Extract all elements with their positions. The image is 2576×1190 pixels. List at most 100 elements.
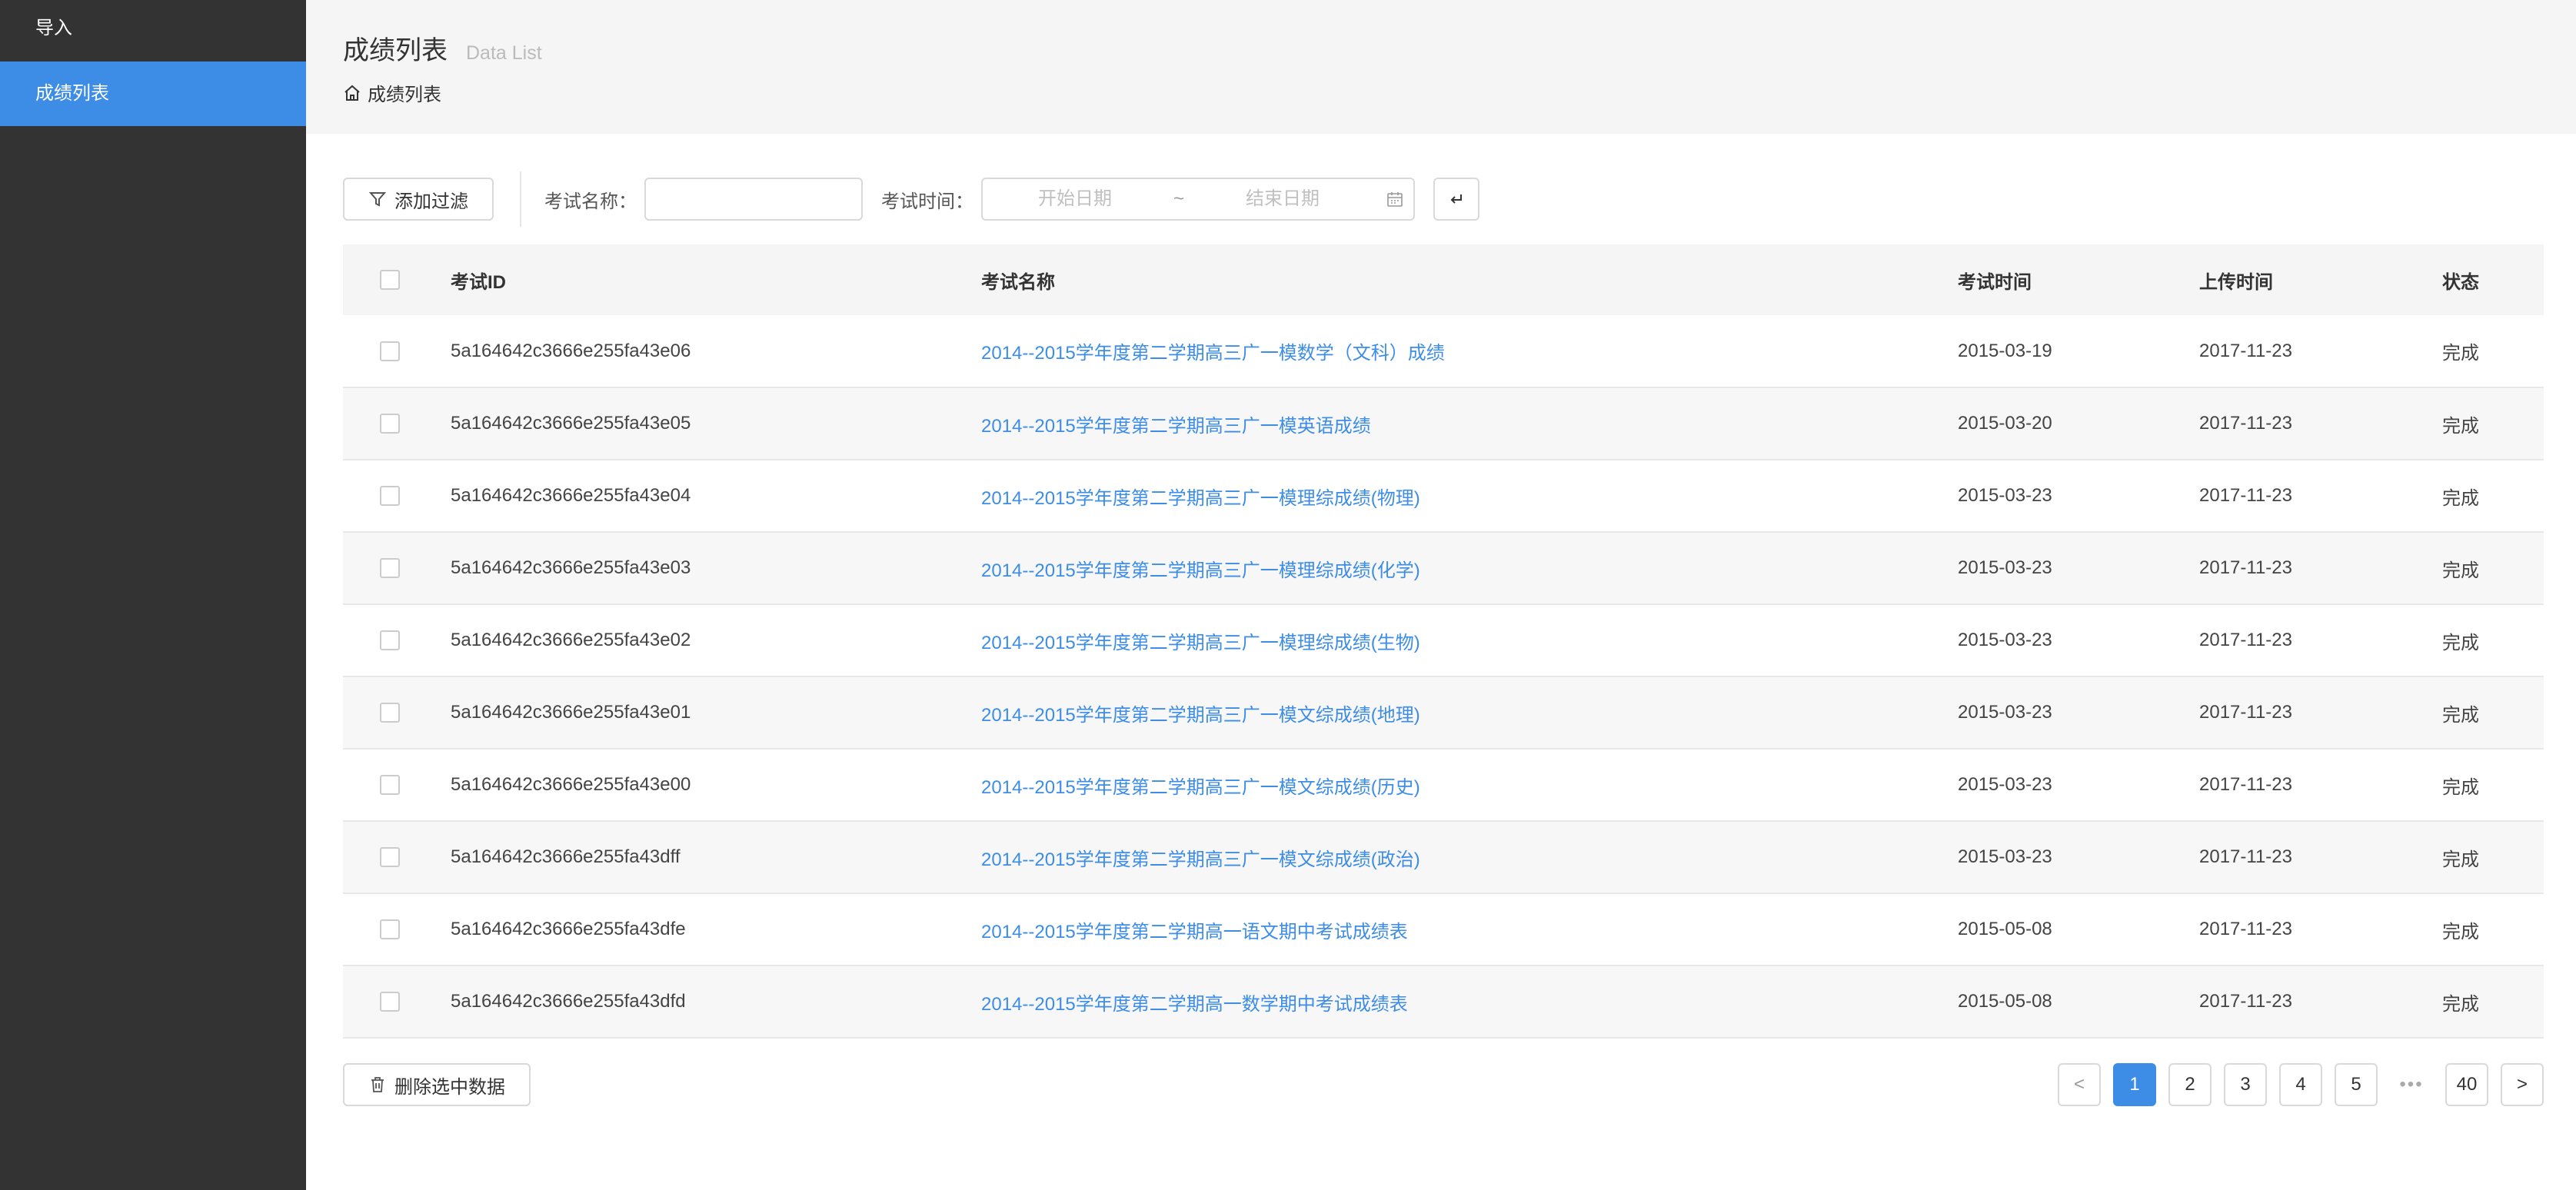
enter-icon [1447,190,1466,208]
upload-date-cell: 2017-11-23 [2199,749,2442,821]
breadcrumb: 成绩列表 [343,79,2539,106]
exam-id-cell: 5a164642c3666e255fa43dff [451,821,981,893]
exam-name-input[interactable] [644,178,863,221]
status-cell: 完成 [2442,532,2544,604]
table-row: 5a164642c3666e255fa43e02 2014--2015学年度第二… [343,604,2544,676]
add-filter-button[interactable]: 添加过滤 [343,178,494,221]
row-checkbox[interactable] [380,992,400,1012]
breadcrumb-current[interactable]: 成绩列表 [368,79,441,106]
row-checkbox[interactable] [380,414,400,434]
prev-page-button[interactable]: < [2058,1063,2101,1106]
page-button-1[interactable]: 1 [2113,1063,2156,1106]
filter-icon [368,190,387,208]
sidebar-item-import[interactable]: 导入 [0,0,306,61]
calendar-icon[interactable] [1386,190,1404,208]
sidebar-item-score-list[interactable]: 成绩列表 [0,61,306,126]
exam-date-cell: 2015-05-08 [1958,966,2199,1038]
row-checkbox[interactable] [380,703,400,723]
exam-date-cell: 2015-03-20 [1958,387,2199,460]
table-row: 5a164642c3666e255fa43e01 2014--2015学年度第二… [343,676,2544,749]
exam-date-cell: 2015-05-08 [1958,893,2199,966]
column-header-upload-time: 上传时间 [2199,244,2442,315]
table-row: 5a164642c3666e255fa43dff 2014--2015学年度第二… [343,821,2544,893]
exam-name-link[interactable]: 2014--2015学年度第二学期高三广一模理综成绩(生物) [981,604,1958,676]
exam-date-cell: 2015-03-23 [1958,821,2199,893]
row-checkbox[interactable] [380,341,400,361]
page-button-last[interactable]: 40 [2445,1063,2488,1106]
exam-date-cell: 2015-03-23 [1958,532,2199,604]
exam-date-cell: 2015-03-23 [1958,604,2199,676]
upload-date-cell: 2017-11-23 [2199,604,2442,676]
column-header-status: 状态 [2442,244,2544,315]
exam-id-cell: 5a164642c3666e255fa43e06 [451,315,981,387]
exam-name-link[interactable]: 2014--2015学年度第二学期高一数学期中考试成绩表 [981,966,1958,1038]
exam-id-cell: 5a164642c3666e255fa43e05 [451,387,981,460]
page-button-3[interactable]: 3 [2224,1063,2267,1106]
exam-name-label: 考试名称： [544,186,637,213]
status-cell: 完成 [2442,460,2544,532]
exam-date-range[interactable]: ~ [981,178,1415,221]
main-area: 成绩列表 Data List 成绩列表 添加过滤 考试名称： 考试时间： [306,0,2576,1190]
page-button-2[interactable]: 2 [2168,1063,2212,1106]
data-table: 考试ID 考试名称 考试时间 上传时间 状态 5a164642c3666e255… [343,244,2544,1039]
page-title: 成绩列表 [343,29,448,67]
pagination-ellipsis[interactable]: ••• [2390,1063,2433,1106]
column-header-exam-time: 考试时间 [1958,244,2199,315]
table-row: 5a164642c3666e255fa43e06 2014--2015学年度第二… [343,315,2544,387]
search-submit-button[interactable] [1433,178,1479,221]
filter-divider [520,171,521,227]
exam-name-link[interactable]: 2014--2015学年度第二学期高三广一模英语成绩 [981,387,1958,460]
table-row: 5a164642c3666e255fa43e04 2014--2015学年度第二… [343,460,2544,532]
exam-name-link[interactable]: 2014--2015学年度第二学期高三广一模文综成绩(政治) [981,821,1958,893]
filter-bar: 添加过滤 考试名称： 考试时间： ~ [343,177,2545,221]
exam-id-cell: 5a164642c3666e255fa43e03 [451,532,981,604]
add-filter-label: 添加过滤 [394,186,468,213]
upload-date-cell: 2017-11-23 [2199,532,2442,604]
exam-id-cell: 5a164642c3666e255fa43dfd [451,966,981,1038]
start-date-input[interactable] [983,188,1167,210]
table-header-row: 考试ID 考试名称 考试时间 上传时间 状态 [343,244,2544,315]
date-separator: ~ [1167,188,1190,210]
sidebar-item-label: 成绩列表 [35,83,109,104]
upload-date-cell: 2017-11-23 [2199,387,2442,460]
upload-date-cell: 2017-11-23 [2199,893,2442,966]
row-checkbox[interactable] [380,847,400,867]
exam-name-link[interactable]: 2014--2015学年度第二学期高一语文期中考试成绩表 [981,893,1958,966]
exam-id-cell: 5a164642c3666e255fa43e02 [451,604,981,676]
status-cell: 完成 [2442,387,2544,460]
pagination: < 1 2 3 4 5 ••• 40 > [2045,1063,2544,1106]
table-row: 5a164642c3666e255fa43dfe 2014--2015学年度第二… [343,893,2544,966]
exam-date-cell: 2015-03-23 [1958,749,2199,821]
row-checkbox[interactable] [380,775,400,795]
home-icon [343,84,361,102]
exam-name-link[interactable]: 2014--2015学年度第二学期高三广一模数学（文科）成绩 [981,315,1958,387]
sidebar-item-label: 导入 [35,18,72,38]
status-cell: 完成 [2442,604,2544,676]
table-row: 5a164642c3666e255fa43dfd 2014--2015学年度第二… [343,966,2544,1038]
exam-id-cell: 5a164642c3666e255fa43dfe [451,893,981,966]
row-checkbox[interactable] [380,558,400,578]
row-checkbox[interactable] [380,630,400,650]
upload-date-cell: 2017-11-23 [2199,460,2442,532]
page-button-4[interactable]: 4 [2279,1063,2322,1106]
exam-name-link[interactable]: 2014--2015学年度第二学期高三广一模文综成绩(地理) [981,676,1958,749]
delete-selected-label: 删除选中数据 [394,1072,505,1099]
exam-name-link[interactable]: 2014--2015学年度第二学期高三广一模理综成绩(物理) [981,460,1958,532]
row-checkbox[interactable] [380,919,400,939]
end-date-input[interactable] [1190,188,1375,210]
exam-id-cell: 5a164642c3666e255fa43e04 [451,460,981,532]
exam-name-link[interactable]: 2014--2015学年度第二学期高三广一模文综成绩(历史) [981,749,1958,821]
exam-name-link[interactable]: 2014--2015学年度第二学期高三广一模理综成绩(化学) [981,532,1958,604]
table-row: 5a164642c3666e255fa43e05 2014--2015学年度第二… [343,387,2544,460]
upload-date-cell: 2017-11-23 [2199,676,2442,749]
select-all-checkbox[interactable] [380,270,400,290]
delete-selected-button[interactable]: 删除选中数据 [343,1063,531,1106]
status-cell: 完成 [2442,749,2544,821]
page-button-5[interactable]: 5 [2335,1063,2378,1106]
next-page-button[interactable]: > [2501,1063,2544,1106]
column-header-name: 考试名称 [981,244,1958,315]
row-checkbox[interactable] [380,486,400,506]
table-row: 5a164642c3666e255fa43e03 2014--2015学年度第二… [343,532,2544,604]
upload-date-cell: 2017-11-23 [2199,315,2442,387]
status-cell: 完成 [2442,676,2544,749]
